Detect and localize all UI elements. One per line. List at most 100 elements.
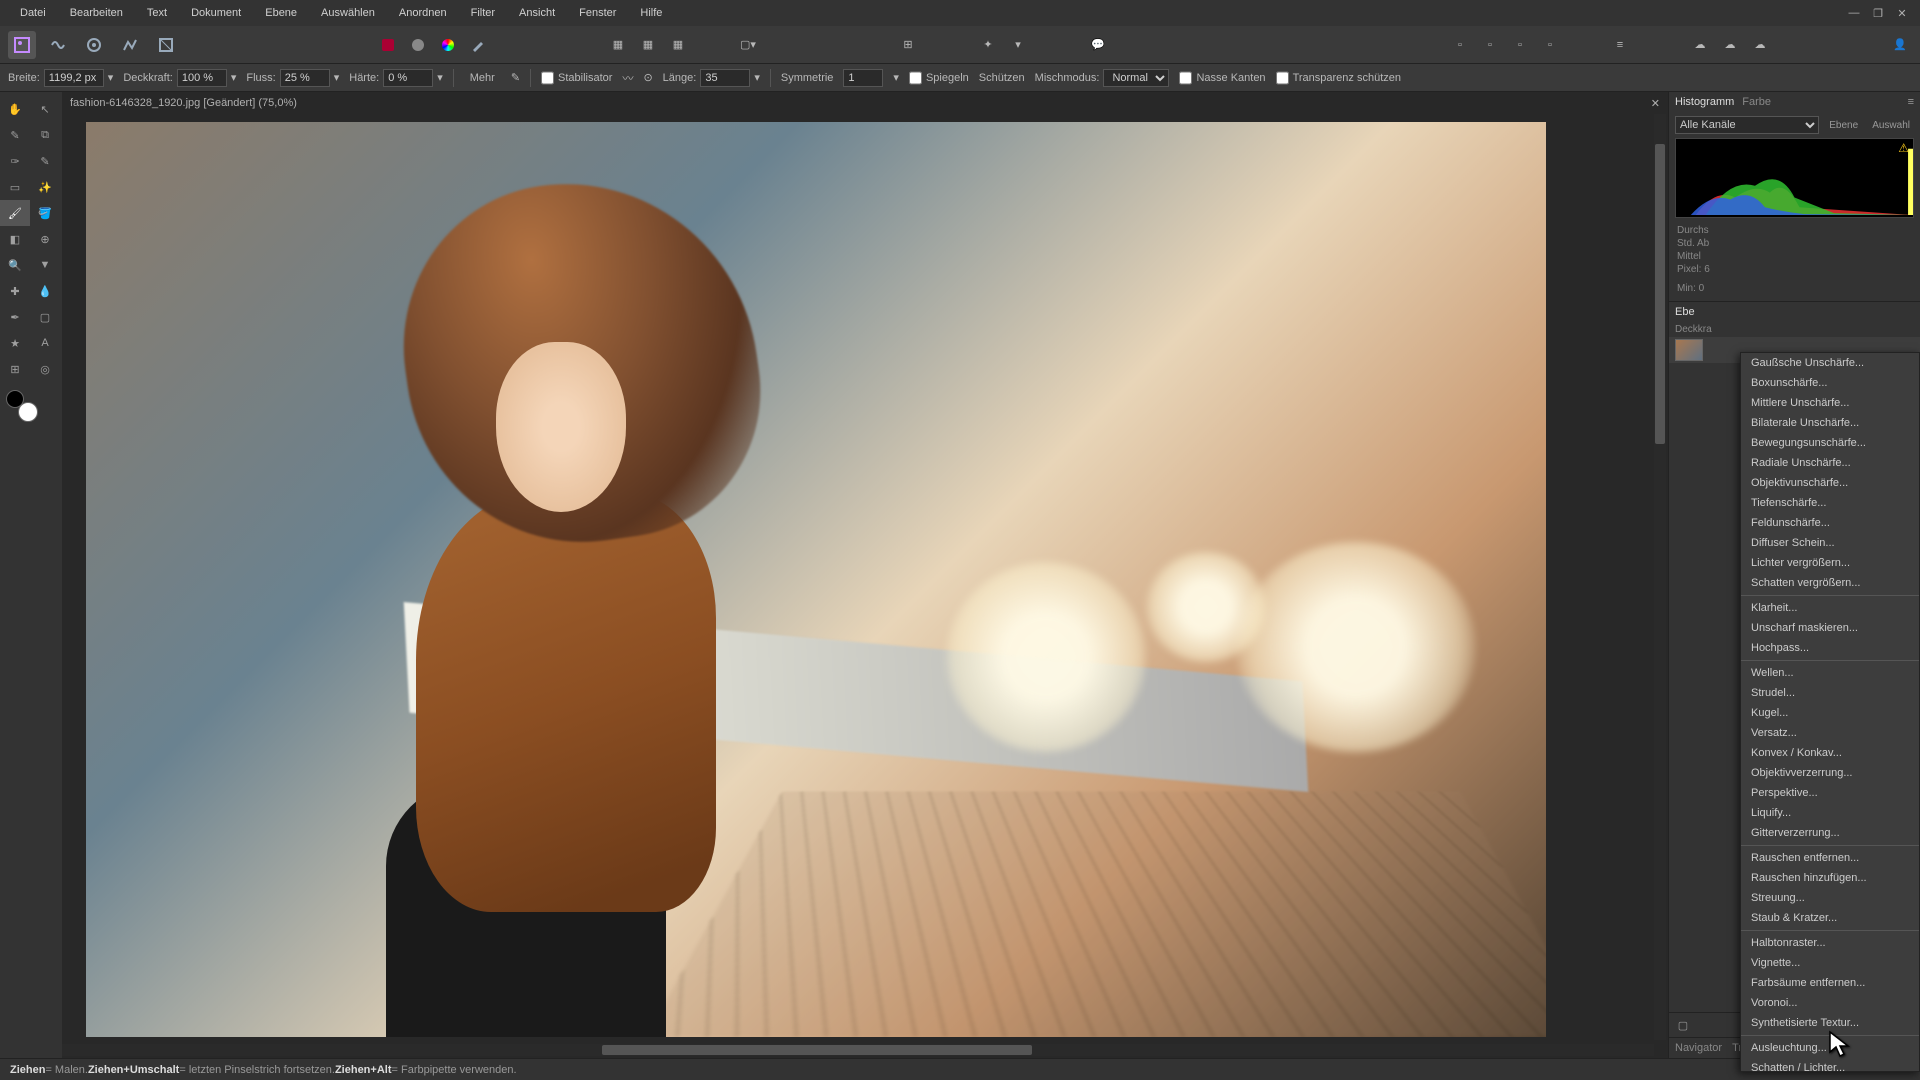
schuetzen-label[interactable]: Schützen xyxy=(979,72,1025,84)
stab-mode2-icon[interactable]: ⊙ xyxy=(643,71,652,84)
list-view-icon[interactable]: ≡ xyxy=(1608,33,1632,57)
brush-config-icon[interactable]: ✎ xyxy=(511,71,520,84)
assistant-dropdown-icon[interactable]: ▾ xyxy=(1006,33,1030,57)
paint-brush-tool-icon[interactable]: 🖌 xyxy=(0,200,30,226)
develop-persona-icon[interactable] xyxy=(80,31,108,59)
filter-item[interactable]: Streuung... xyxy=(1741,888,1919,908)
cloud-1-icon[interactable]: ☁ xyxy=(1688,33,1712,57)
haerte-chevron-icon[interactable]: ▾ xyxy=(437,71,443,84)
mesh-tool-icon[interactable]: ⊞ xyxy=(0,356,30,382)
vertical-scrollbar[interactable] xyxy=(1654,114,1666,1040)
flood-select-tool-icon[interactable]: ✨ xyxy=(30,174,60,200)
symmetrie-input[interactable] xyxy=(843,69,883,87)
swatch-grey-icon[interactable] xyxy=(406,33,430,57)
filter-item[interactable]: Kugel... xyxy=(1741,703,1919,723)
filter-item[interactable]: Ausleuchtung... xyxy=(1741,1038,1919,1058)
ebene-mode[interactable]: Ebene xyxy=(1825,120,1862,131)
filter-item[interactable]: Versatz... xyxy=(1741,723,1919,743)
filter-item[interactable]: Schatten vergrößern... xyxy=(1741,573,1919,593)
filter-item[interactable]: Halbtonraster... xyxy=(1741,933,1919,953)
document-tab[interactable]: fashion-6146328_1920.jpg [Geändert] (75,… xyxy=(70,97,297,109)
snap-dropdown[interactable]: ▢▾ xyxy=(736,33,760,57)
symmetrie-chevron-icon[interactable]: ▾ xyxy=(893,71,899,84)
document-tab-close-icon[interactable]: ✕ xyxy=(1651,97,1660,110)
ebenen-tab[interactable]: Ebe xyxy=(1675,306,1695,318)
export-persona-icon[interactable] xyxy=(152,31,180,59)
filter-item[interactable]: Diffuser Schein... xyxy=(1741,533,1919,553)
filter-item[interactable]: Bilaterale Unschärfe... xyxy=(1741,413,1919,433)
nasse-checkbox[interactable]: Nasse Kanten xyxy=(1179,69,1265,87)
filter-item[interactable]: Gitterverzerrung... xyxy=(1741,823,1919,843)
arrange-4-icon[interactable]: ▫ xyxy=(1538,33,1562,57)
filter-item[interactable]: Voronoi... xyxy=(1741,993,1919,1013)
menu-bearbeiten[interactable]: Bearbeiten xyxy=(58,0,135,26)
cloud-2-icon[interactable]: ☁ xyxy=(1718,33,1742,57)
minimize-button[interactable]: — xyxy=(1844,7,1864,20)
panel-menu-icon[interactable]: ≡ xyxy=(1908,96,1914,108)
menu-anordnen[interactable]: Anordnen xyxy=(387,0,459,26)
mehr-button[interactable]: Mehr xyxy=(464,72,501,84)
mischmodus-select[interactable]: Normal xyxy=(1103,69,1169,87)
farbe-tab[interactable]: Farbe xyxy=(1742,96,1771,108)
filter-item[interactable]: Bewegungsunschärfe... xyxy=(1741,433,1919,453)
filter-item[interactable]: Vignette... xyxy=(1741,953,1919,973)
selection-brush-tool-icon[interactable]: ▭ xyxy=(0,174,30,200)
filter-item[interactable]: Perspektive... xyxy=(1741,783,1919,803)
filter-item[interactable]: Hochpass... xyxy=(1741,638,1919,658)
filter-item[interactable]: Objektivunschärfe... xyxy=(1741,473,1919,493)
stab-mode1-icon[interactable]: 〰 xyxy=(622,70,633,86)
burn-tool-icon[interactable]: ▼ xyxy=(30,252,60,278)
swatch-picker-icon[interactable] xyxy=(466,33,490,57)
laenge-input[interactable] xyxy=(700,69,750,87)
shape-tool-icon[interactable]: ▢ xyxy=(30,304,60,330)
deckkraft-input[interactable] xyxy=(177,69,227,87)
histogram-tab[interactable]: Histogramm xyxy=(1675,96,1734,108)
filter-item[interactable]: Liquify... xyxy=(1741,803,1919,823)
style-picker-tool-icon[interactable]: ✑ xyxy=(0,148,30,174)
fill-tool-icon[interactable]: 🪣 xyxy=(30,200,60,226)
filter-item[interactable]: Synthetisierte Textur... xyxy=(1741,1013,1919,1033)
pen-tool-icon[interactable]: ✒ xyxy=(0,304,30,330)
spiegeln-checkbox[interactable]: Spiegeln xyxy=(909,69,969,87)
laenge-chevron-icon[interactable]: ▾ xyxy=(754,71,760,84)
filter-item[interactable]: Mittlere Unschärfe... xyxy=(1741,393,1919,413)
color-swatches[interactable] xyxy=(6,390,38,422)
navigator-tab[interactable]: Navigator xyxy=(1675,1042,1722,1054)
menu-ansicht[interactable]: Ansicht xyxy=(507,0,567,26)
filter-item[interactable]: Unscharf maskieren... xyxy=(1741,618,1919,638)
arrange-2-icon[interactable]: ▫ xyxy=(1478,33,1502,57)
cloud-3-icon[interactable]: ☁ xyxy=(1748,33,1772,57)
auswahl-mode[interactable]: Auswahl xyxy=(1868,120,1914,131)
account-icon[interactable]: 👤 xyxy=(1888,33,1912,57)
photo-persona-icon[interactable] xyxy=(8,31,36,59)
healing-tool-icon[interactable]: ✚ xyxy=(0,278,30,304)
hand-tool-icon[interactable]: ✋ xyxy=(0,96,30,122)
filter-item[interactable]: Wellen... xyxy=(1741,663,1919,683)
star-tool-icon[interactable]: ★ xyxy=(0,330,30,356)
swatch-red-icon[interactable] xyxy=(376,33,400,57)
mask-icon[interactable]: ▢ xyxy=(1675,1017,1691,1033)
menu-hilfe[interactable]: Hilfe xyxy=(628,0,674,26)
stabilisator-checkbox[interactable]: Stabilisator xyxy=(541,69,612,87)
menu-text[interactable]: Text xyxy=(135,0,179,26)
channels-select[interactable]: Alle Kanäle xyxy=(1675,116,1819,134)
node-tool-icon[interactable]: ✎ xyxy=(30,148,60,174)
menu-filter[interactable]: Filter xyxy=(459,0,507,26)
chat-icon[interactable]: 💬 xyxy=(1086,33,1110,57)
menu-fenster[interactable]: Fenster xyxy=(567,0,628,26)
filter-item[interactable]: Tiefenschärfe... xyxy=(1741,493,1919,513)
text-tool-icon[interactable]: A xyxy=(30,330,60,356)
breite-input[interactable] xyxy=(44,69,104,87)
menu-ebene[interactable]: Ebene xyxy=(253,0,309,26)
filter-item[interactable]: Farbsäume entfernen... xyxy=(1741,973,1919,993)
assistant-icon[interactable]: ✦ xyxy=(976,33,1000,57)
canvas[interactable] xyxy=(86,122,1546,1037)
color-picker-tool-icon[interactable]: ✎ xyxy=(0,122,30,148)
close-button[interactable]: ✕ xyxy=(1892,7,1912,20)
smudge-tool-icon[interactable]: 💧 xyxy=(30,278,60,304)
horizontal-scrollbar[interactable] xyxy=(62,1044,1654,1056)
move-tool-icon[interactable]: ↖ xyxy=(30,96,60,122)
filter-item[interactable]: Rauschen entfernen... xyxy=(1741,848,1919,868)
align-right-icon[interactable]: ▦ xyxy=(666,33,690,57)
transparenz-checkbox[interactable]: Transparenz schützen xyxy=(1276,69,1401,87)
